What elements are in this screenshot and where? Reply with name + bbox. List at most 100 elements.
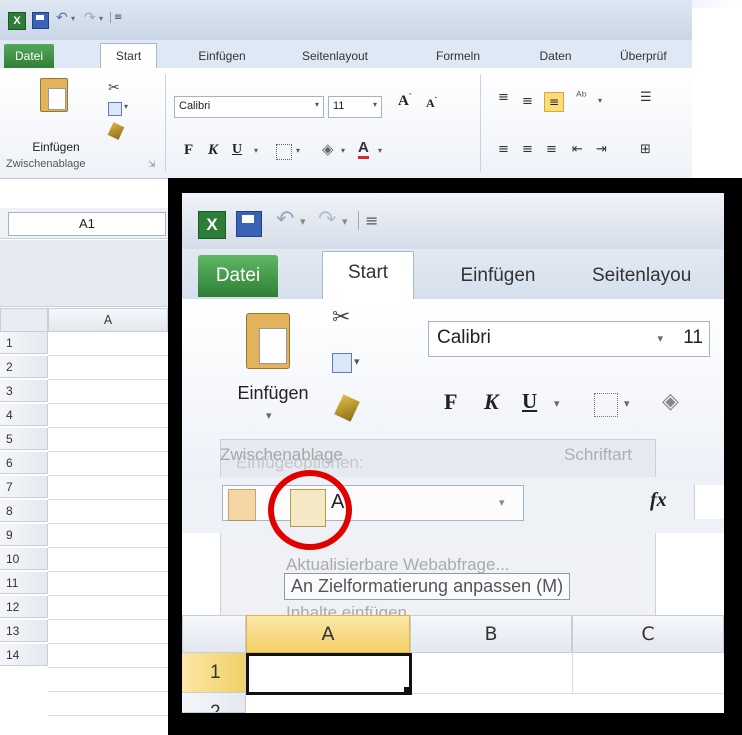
font-name-dropdown-icon[interactable]: ▾ [657, 332, 663, 345]
row-header[interactable]: 11 [0, 572, 48, 594]
excel-app-icon[interactable]: X [198, 211, 226, 239]
text-orientation-icon[interactable]: ᴬᵇ [576, 90, 587, 105]
cut-icon[interactable]: ✂ [108, 80, 120, 96]
row-header[interactable]: 13 [0, 620, 48, 642]
select-all-corner[interactable] [0, 308, 48, 332]
underline-dropdown-icon[interactable]: ▾ [554, 397, 560, 410]
shrink-font-icon[interactable]: Aˇ [426, 96, 437, 111]
border-dropdown-icon[interactable]: ▾ [624, 397, 630, 410]
column-header-b[interactable]: B [410, 615, 572, 653]
undo-icon[interactable]: ↶ [56, 10, 68, 26]
font-size-dropdown-icon[interactable]: ▾ [373, 100, 377, 109]
bold-button[interactable]: F [444, 389, 457, 415]
row-header[interactable]: 12 [0, 596, 48, 618]
column-header-a[interactable]: A [246, 615, 410, 653]
text-orientation-dropdown-icon[interactable]: ▾ [598, 96, 602, 105]
row-header[interactable]: 3 [0, 380, 48, 402]
increase-indent-icon[interactable]: ⇥ [596, 142, 607, 157]
copy-icon[interactable] [108, 102, 122, 116]
row-header[interactable]: 5 [0, 428, 48, 450]
paste-button[interactable]: Einfügen [30, 78, 80, 154]
tab-datei[interactable]: Datei [198, 255, 278, 297]
tab-einfuegen[interactable]: Einfügen [182, 44, 262, 68]
cut-icon[interactable]: ✂ [332, 305, 350, 330]
align-center-icon[interactable]: ≡ [522, 142, 533, 157]
row-header[interactable]: 9 [0, 524, 48, 546]
row-header[interactable]: 10 [0, 548, 48, 570]
redo-dropdown-icon[interactable]: ▾ [342, 215, 348, 228]
bold-button[interactable]: F [184, 142, 193, 159]
font-color-dropdown-icon[interactable]: ▾ [378, 146, 382, 155]
paste-dropdown-icon[interactable]: ▾ [266, 409, 272, 422]
customize-qat-icon[interactable]: ≡ [110, 12, 122, 23]
tab-einfuegen[interactable]: Einfügen [438, 255, 558, 297]
font-name-combo[interactable]: Calibri ▾ 11 [428, 321, 710, 357]
tab-datei[interactable]: Datei [4, 44, 54, 68]
name-box[interactable]: A ▾ [222, 485, 524, 521]
row-header[interactable]: 8 [0, 500, 48, 522]
customize-qat-icon[interactable]: ≡ [358, 211, 378, 230]
tab-ueberpruefen[interactable]: Überprüf [620, 44, 692, 68]
row-header[interactable]: 4 [0, 404, 48, 426]
format-painter-icon[interactable] [107, 122, 125, 140]
undo-dropdown-icon[interactable]: ▾ [71, 14, 75, 23]
row-header-2[interactable]: 2 [182, 693, 246, 713]
row-header[interactable]: 6 [0, 452, 48, 474]
font-name-dropdown-icon[interactable]: ▾ [315, 100, 319, 109]
align-middle-icon[interactable]: ≡ [522, 94, 533, 109]
name-box-dropdown-icon[interactable]: ▾ [499, 496, 505, 509]
undo-dropdown-icon[interactable]: ▾ [300, 215, 306, 228]
underline-button[interactable]: U [522, 389, 537, 414]
border-icon[interactable] [594, 393, 618, 417]
formula-input[interactable] [694, 485, 724, 519]
italic-button[interactable]: K [484, 389, 499, 415]
bg-grid-cells[interactable] [48, 332, 168, 735]
tab-formeln[interactable]: Formeln [428, 44, 488, 68]
save-icon[interactable] [32, 12, 49, 29]
merge-center-icon[interactable]: ⊞ [640, 142, 651, 157]
row-header[interactable]: 14 [0, 644, 48, 666]
redo-icon[interactable]: ↷ [318, 207, 336, 232]
decrease-indent-icon[interactable]: ⇤ [572, 142, 583, 157]
redo-icon[interactable]: ↷ [84, 10, 96, 26]
fill-color-icon[interactable]: ◈ [322, 140, 334, 158]
underline-button[interactable]: U [232, 142, 242, 158]
row-header-1[interactable]: 1 [182, 653, 246, 693]
copy-icon[interactable] [332, 353, 352, 373]
tab-seitenlayout[interactable]: Seitenlayou [592, 255, 724, 297]
row-header[interactable]: 2 [0, 356, 48, 378]
redo-dropdown-icon[interactable]: ▾ [99, 14, 103, 23]
fill-handle[interactable] [404, 687, 411, 694]
active-cell-a1[interactable] [246, 653, 412, 695]
select-all-corner[interactable] [182, 615, 246, 653]
tab-start[interactable]: Start [100, 43, 157, 68]
row-header[interactable]: 1 [0, 332, 48, 354]
font-color-icon[interactable]: A [358, 140, 369, 159]
tab-start[interactable]: Start [322, 251, 414, 300]
tab-daten[interactable]: Daten [528, 44, 583, 68]
font-size-combo[interactable]: 11 ▾ [328, 96, 382, 118]
align-right-icon[interactable]: ≡ [546, 142, 557, 157]
grow-font-icon[interactable]: Aˆ [398, 92, 412, 110]
font-size-value[interactable]: 11 [683, 327, 703, 349]
underline-dropdown-icon[interactable]: ▾ [254, 146, 258, 155]
paste-button[interactable]: Einfügen ▾ [218, 307, 328, 437]
tab-seitenlayout[interactable]: Seitenlayout [290, 44, 380, 68]
column-header-a[interactable]: A [48, 308, 168, 332]
align-top-icon[interactable]: ≡ [498, 90, 509, 105]
align-left-icon[interactable]: ≡ [498, 142, 509, 157]
border-dropdown-icon[interactable]: ▾ [296, 146, 300, 155]
excel-app-icon[interactable]: X [8, 12, 26, 30]
copy-dropdown-icon[interactable]: ▾ [124, 102, 128, 111]
name-box[interactable]: A1 [8, 212, 166, 236]
cell-c1[interactable] [572, 653, 724, 694]
copy-dropdown-icon[interactable]: ▾ [354, 355, 360, 368]
align-bottom-icon-selected[interactable]: ≡ [544, 92, 564, 112]
wrap-text-icon[interactable]: ☰ [640, 90, 652, 105]
paste-option-keep-source-icon[interactable] [228, 489, 256, 521]
save-icon[interactable] [236, 211, 262, 237]
border-icon[interactable] [276, 144, 292, 160]
font-name-combo[interactable]: Calibri ▾ [174, 96, 324, 118]
cell-b1[interactable] [412, 653, 573, 694]
clipboard-dialog-launcher-icon[interactable]: ⇲ [148, 160, 156, 170]
